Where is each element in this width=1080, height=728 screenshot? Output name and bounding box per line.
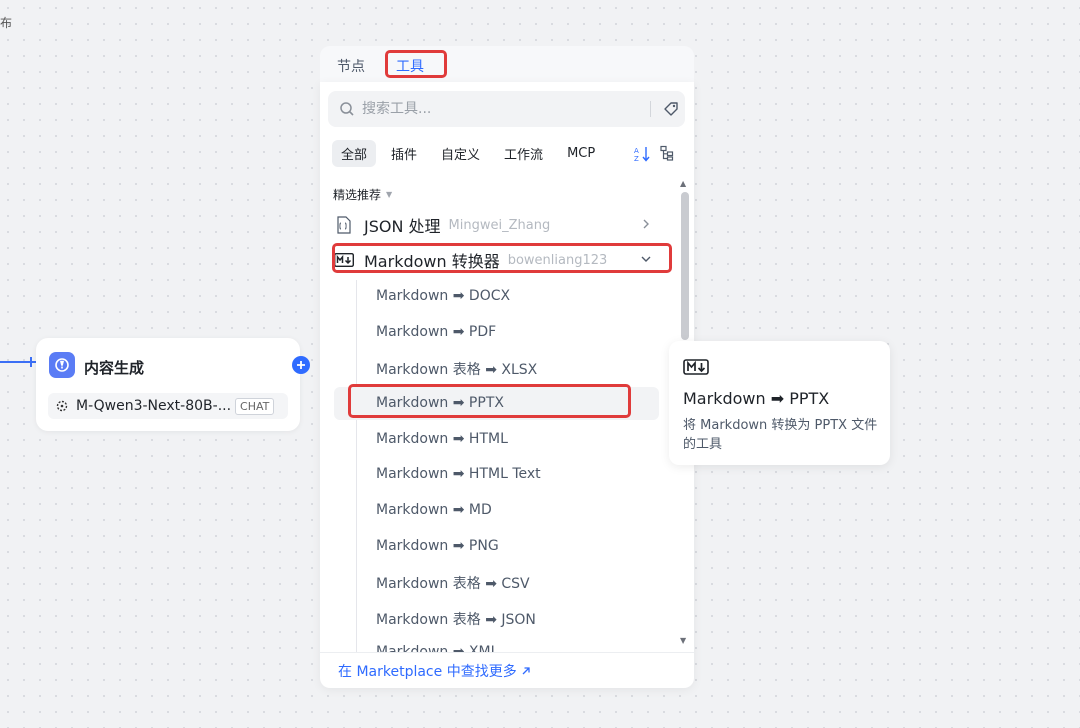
svg-text:Z: Z	[634, 155, 639, 163]
filter-plugins[interactable]: 插件	[382, 140, 426, 167]
model-type-badge: CHAT	[235, 397, 275, 415]
canvas-corner-text: 布	[0, 16, 13, 30]
highlight-box-md-pptx	[348, 384, 631, 418]
section-featured[interactable]: 精选推荐 ▼	[333, 186, 392, 203]
section-featured-label: 精选推荐	[333, 188, 382, 202]
filter-mcp[interactable]: MCP	[558, 142, 604, 165]
search-input[interactable]	[362, 97, 632, 121]
chevron-right-icon	[643, 219, 649, 229]
sub-item-md-html[interactable]: Markdown ➡ HTML	[376, 431, 508, 447]
tool-row-json[interactable]: JSON 处理 Mingwei_Zhang	[334, 210, 664, 240]
sub-item-md-table-xlsx[interactable]: Markdown 表格 ➡ XLSX	[376, 359, 537, 379]
scroll-down-arrow[interactable]: ▼	[680, 636, 686, 645]
sub-item-md-pdf[interactable]: Markdown ➡ PDF	[376, 324, 496, 340]
model-icon	[56, 400, 68, 412]
filter-tabs: 全部 插件 自定义 工作流 MCP	[332, 139, 610, 167]
tree-view-icon[interactable]	[659, 145, 675, 161]
external-link-icon	[522, 666, 530, 674]
filter-custom[interactable]: 自定义	[432, 140, 489, 167]
json-file-icon	[334, 216, 354, 234]
tool-name-json: JSON 处理	[364, 217, 441, 236]
markdown-icon	[683, 359, 709, 375]
tooltip-title: Markdown ➡ PPTX	[683, 389, 830, 408]
marketplace-link[interactable]: 在 Marketplace 中查找更多	[338, 661, 517, 681]
panel-tabs: 节点 工具	[320, 46, 694, 82]
tab-nodes[interactable]: 节点	[337, 56, 365, 76]
sub-item-md-md[interactable]: Markdown ➡ MD	[376, 502, 492, 518]
sub-item-md-table-json[interactable]: Markdown 表格 ➡ JSON	[376, 609, 536, 629]
plus-icon	[297, 361, 305, 369]
tag-icon[interactable]	[663, 101, 679, 117]
svg-text:A: A	[634, 147, 639, 155]
sub-item-md-html-text[interactable]: Markdown ➡ HTML Text	[376, 466, 541, 482]
search-box	[328, 91, 685, 127]
panel-footer: 在 Marketplace 中查找更多	[320, 652, 694, 688]
filter-workflow[interactable]: 工作流	[495, 140, 552, 167]
filter-all[interactable]: 全部	[332, 139, 377, 167]
llm-node-icon	[49, 352, 75, 378]
search-divider	[650, 101, 651, 117]
sub-item-md-png[interactable]: Markdown ➡ PNG	[376, 538, 499, 554]
model-name: M-Qwen3-Next-80B-...	[76, 398, 232, 414]
sort-az-icon[interactable]: AZ	[633, 145, 651, 163]
caret-down-icon: ▼	[386, 190, 393, 199]
scrollbar-thumb[interactable]	[681, 192, 689, 340]
node-title: 内容生成	[84, 359, 145, 377]
sub-item-md-xml[interactable]: Markdown ➡ XML	[376, 644, 498, 652]
sub-item-md-table-csv[interactable]: Markdown 表格 ➡ CSV	[376, 573, 530, 593]
tool-detail-tooltip: Markdown ➡ PPTX 将 Markdown 转换为 PPTX 文件的工…	[669, 341, 890, 465]
node-card-content-generation[interactable]: 内容生成 M-Qwen3-Next-80B-... CHAT	[36, 338, 300, 431]
model-selector[interactable]: M-Qwen3-Next-80B-... CHAT	[48, 393, 288, 419]
highlight-box-markdown-converter	[332, 243, 672, 273]
tool-author-json: Mingwei_Zhang	[448, 217, 551, 233]
sub-item-md-docx[interactable]: Markdown ➡ DOCX	[376, 288, 510, 304]
highlight-box-tools-tab	[385, 50, 447, 78]
tooltip-description: 将 Markdown 转换为 PPTX 文件的工具	[683, 418, 878, 452]
add-node-button[interactable]	[292, 356, 310, 374]
sub-list-guide-line	[356, 280, 357, 652]
search-icon	[340, 102, 354, 116]
scroll-up-arrow[interactable]: ▲	[680, 179, 686, 188]
